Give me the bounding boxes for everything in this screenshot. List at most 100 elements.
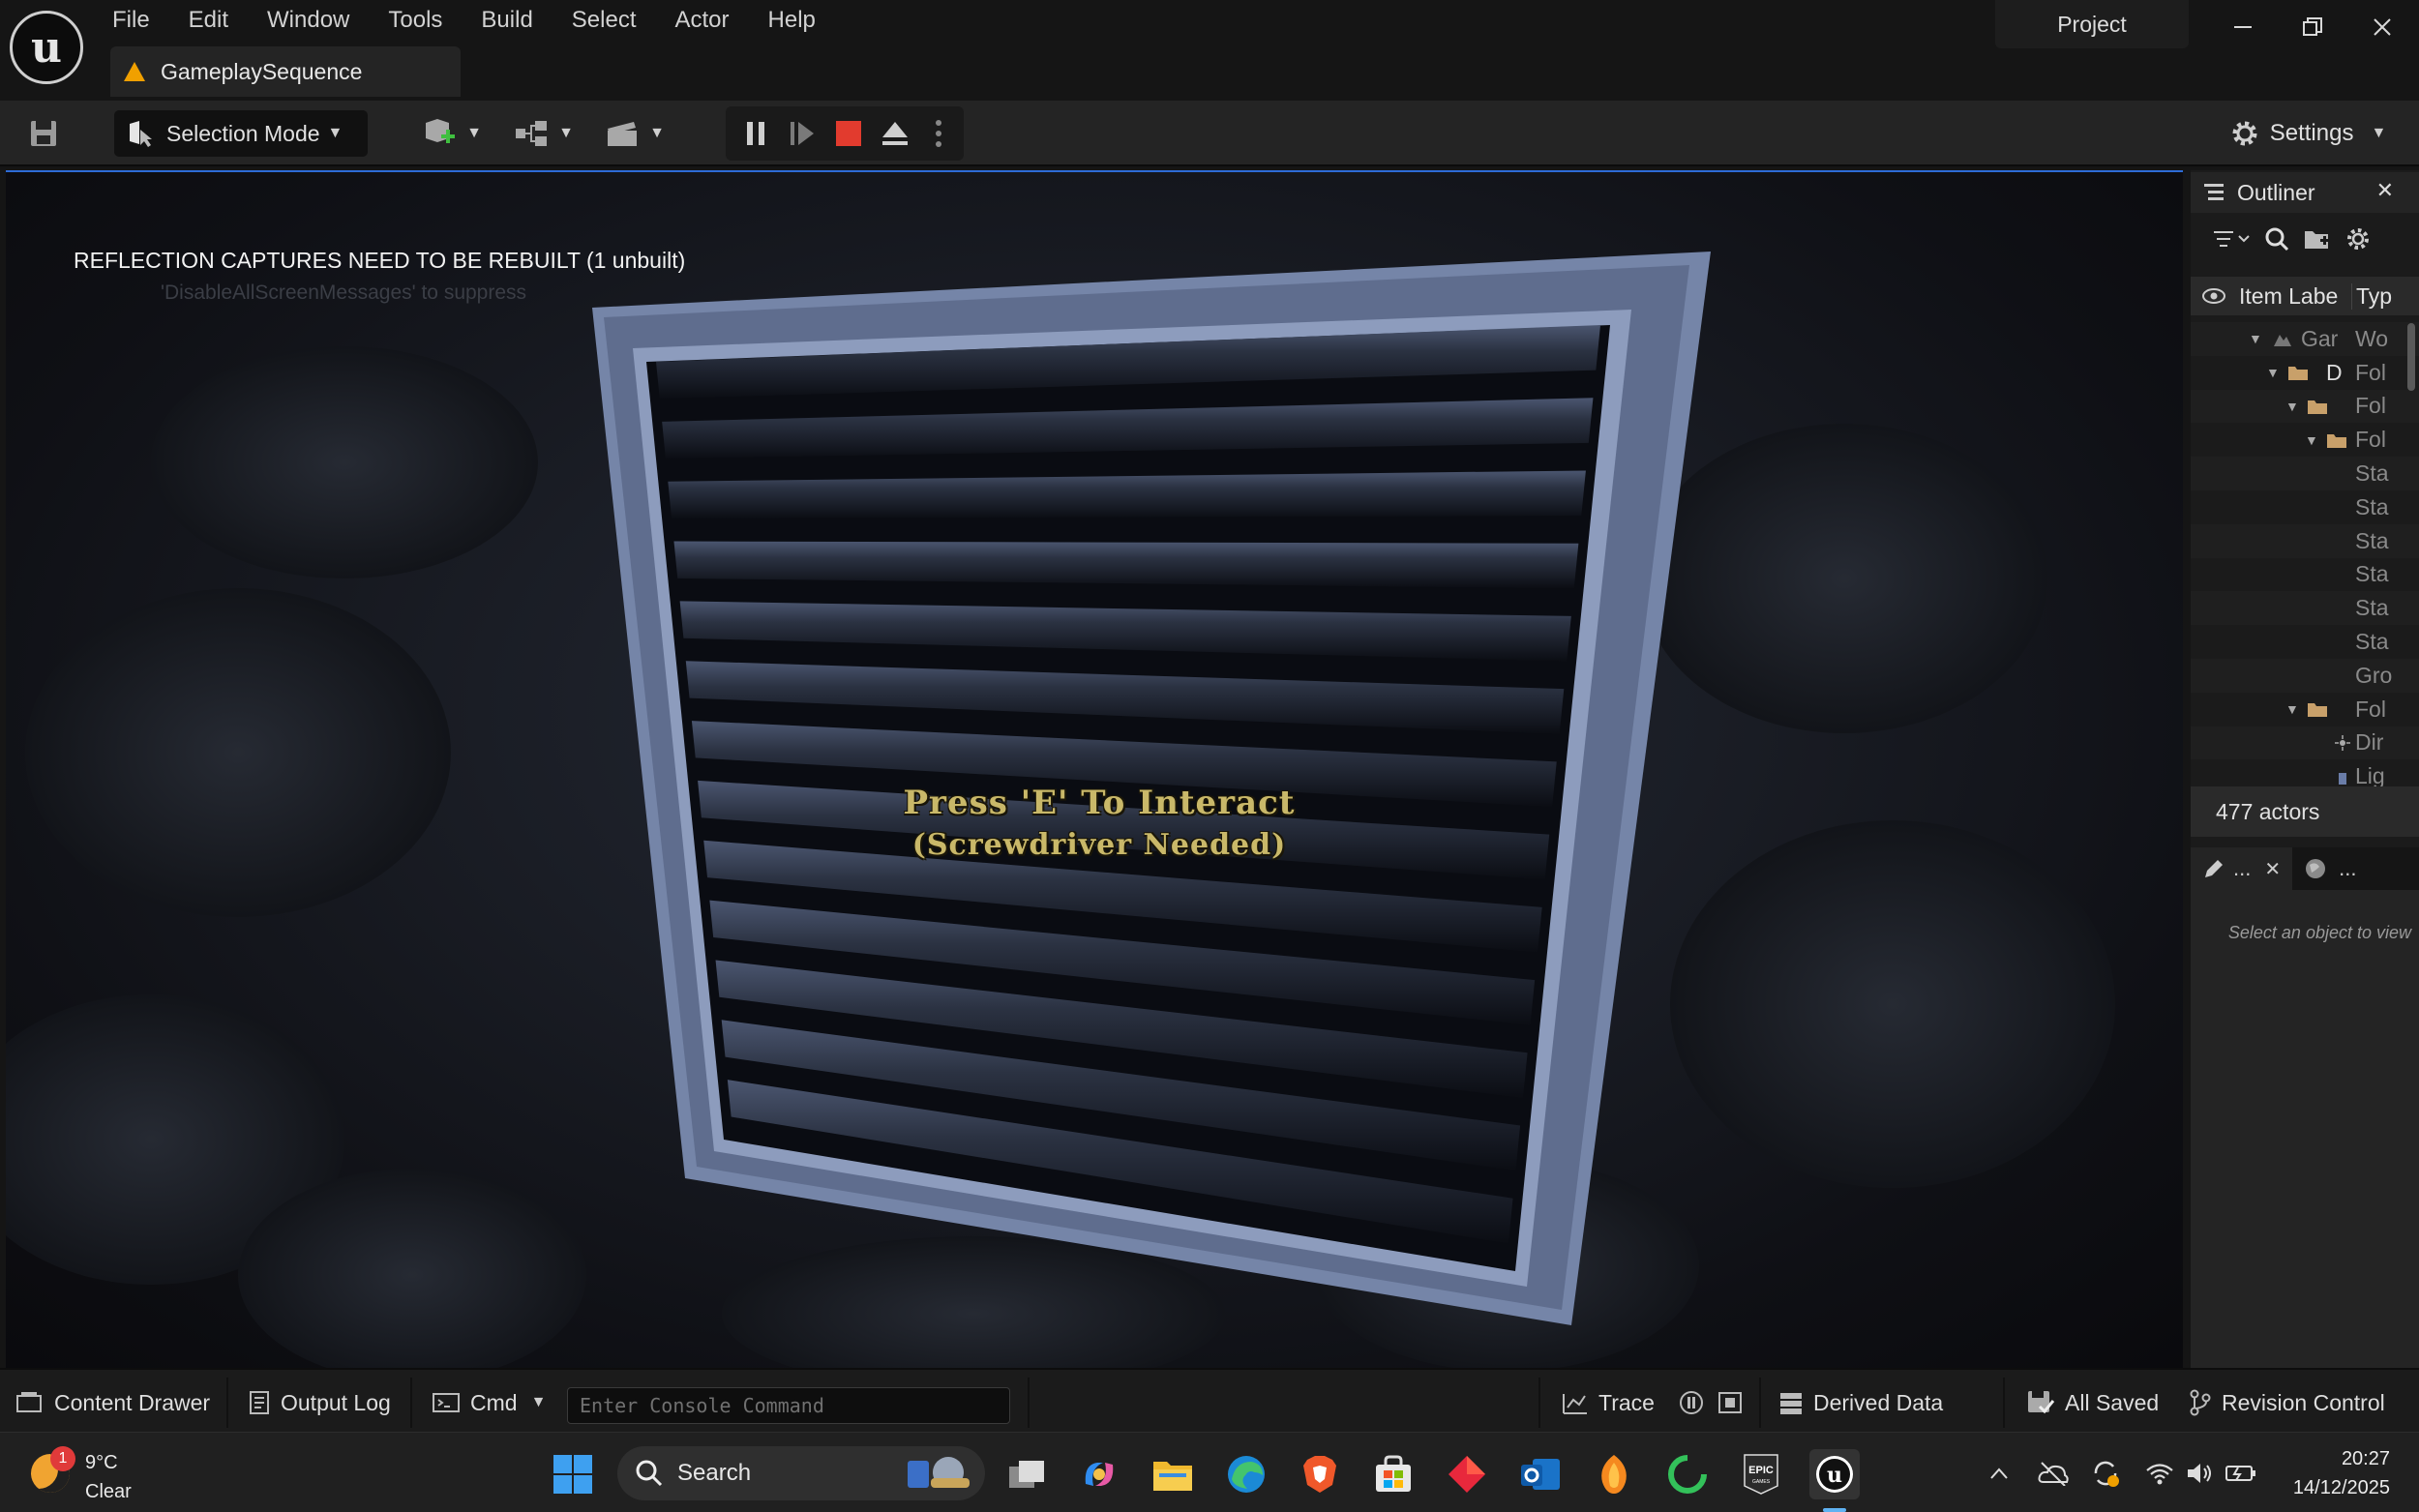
cmd-label: Cmd bbox=[470, 1389, 518, 1415]
volume-icon[interactable] bbox=[2183, 1454, 2218, 1493]
level-viewport[interactable]: REFLECTION CAPTURES NEED TO BE REBUILT (… bbox=[6, 170, 2183, 1368]
add-folder-icon[interactable] bbox=[2303, 227, 2332, 256]
circle-app-icon[interactable] bbox=[1662, 1449, 1713, 1499]
svg-text:GAMES: GAMES bbox=[1752, 1479, 1771, 1485]
project-button[interactable]: Project bbox=[1995, 0, 2189, 48]
task-view-icon[interactable] bbox=[1002, 1449, 1053, 1499]
screenshot-trace-icon[interactable] bbox=[1717, 1381, 1744, 1424]
cinematics-dropdown[interactable]: ▼ bbox=[600, 110, 670, 157]
settings-dropdown[interactable]: Settings ▼ bbox=[2216, 110, 2400, 157]
menu-edit[interactable]: Edit bbox=[169, 0, 248, 41]
world-settings-tab[interactable]: ... bbox=[2292, 847, 2368, 890]
details-tab[interactable]: ... ✕ bbox=[2191, 847, 2293, 890]
main-toolbar: Selection Mode ▼ ▼ ▼ ▼ bbox=[0, 101, 2419, 166]
derived-data-button[interactable]: Derived Data bbox=[1778, 1381, 1943, 1424]
menu-window[interactable]: Window bbox=[248, 0, 369, 41]
stop-icon[interactable] bbox=[826, 110, 871, 157]
world-icon bbox=[2274, 335, 2291, 347]
blueprint-dropdown[interactable]: ▼ bbox=[509, 110, 579, 157]
chevron-down-icon: ▼ bbox=[466, 125, 482, 141]
add-actor-icon bbox=[426, 119, 456, 143]
tree-row-directional-light[interactable]: Dir bbox=[2191, 726, 2419, 760]
microsoft-store-icon[interactable] bbox=[1368, 1449, 1419, 1499]
step-frame-icon[interactable] bbox=[780, 110, 824, 157]
column-type[interactable]: Typ bbox=[2351, 282, 2392, 310]
fl-studio-icon[interactable] bbox=[1589, 1449, 1639, 1499]
gear-icon[interactable] bbox=[2345, 226, 2371, 257]
minimize-icon[interactable] bbox=[2216, 4, 2270, 50]
output-log-button[interactable]: Output Log bbox=[248, 1381, 391, 1424]
visibility-eye-icon[interactable] bbox=[2202, 287, 2225, 305]
play-options-icon[interactable] bbox=[919, 110, 958, 157]
menu-tools[interactable]: Tools bbox=[369, 0, 462, 41]
play-controls bbox=[726, 106, 964, 161]
add-actor-dropdown[interactable]: ▼ bbox=[418, 110, 486, 157]
search-icon[interactable] bbox=[2264, 226, 2289, 257]
console-command-input[interactable] bbox=[567, 1387, 1010, 1424]
wifi-icon[interactable] bbox=[2142, 1454, 2177, 1493]
tree-row-static-mesh[interactable]: Sta bbox=[2191, 558, 2419, 592]
menu-build[interactable]: Build bbox=[462, 0, 552, 41]
unreal-editor-taskbar-icon[interactable]: u bbox=[1809, 1449, 1860, 1499]
filter-icon[interactable] bbox=[2212, 228, 2251, 255]
cmd-dropdown[interactable]: Cmd ▼ bbox=[432, 1381, 546, 1424]
battery-charging-icon[interactable] bbox=[2224, 1454, 2258, 1493]
menu-help[interactable]: Help bbox=[749, 0, 835, 41]
tree-row-folder[interactable]: ▼ Fol bbox=[2191, 423, 2419, 457]
windows-start-icon[interactable] bbox=[548, 1449, 598, 1499]
tree-row-static-mesh[interactable]: Sta bbox=[2191, 490, 2419, 524]
tree-row-static-mesh[interactable]: Sta bbox=[2191, 625, 2419, 659]
column-item-label[interactable]: Item Labe bbox=[2239, 283, 2345, 310]
edge-browser-icon[interactable] bbox=[1221, 1449, 1271, 1499]
selection-mode-dropdown[interactable]: Selection Mode ▼ bbox=[114, 110, 368, 157]
weather-widget[interactable]: 1 9°C Clear bbox=[23, 1440, 168, 1504]
unreal-logo-icon[interactable]: u bbox=[10, 11, 83, 84]
tree-row-world[interactable]: ▼ Gar Wo bbox=[2191, 322, 2419, 356]
close-icon[interactable]: ✕ bbox=[2264, 857, 2281, 881]
trace-button[interactable]: Trace bbox=[1562, 1381, 1655, 1424]
output-log-label: Output Log bbox=[281, 1389, 391, 1415]
tree-row-group[interactable]: Gro bbox=[2191, 658, 2419, 693]
copilot-icon[interactable] bbox=[1074, 1449, 1124, 1499]
outlook-icon[interactable] bbox=[1515, 1449, 1566, 1499]
epic-games-launcher-icon[interactable]: EPIC GAMES bbox=[1736, 1449, 1786, 1499]
actor-count: 477 actors bbox=[2191, 786, 2419, 837]
tree-row-folder[interactable]: ▼ D Fol bbox=[2191, 356, 2419, 390]
tree-row-folder[interactable]: ▼ Fol bbox=[2191, 693, 2419, 726]
close-window-icon[interactable] bbox=[2355, 4, 2409, 50]
restore-icon[interactable] bbox=[2285, 4, 2340, 50]
save-status-button[interactable]: All Saved bbox=[2026, 1381, 2159, 1424]
menu-select[interactable]: Select bbox=[552, 0, 656, 41]
save-icon[interactable] bbox=[19, 110, 68, 157]
content-drawer-button[interactable]: Content Drawer bbox=[15, 1381, 210, 1424]
sync-warning-icon[interactable] bbox=[2088, 1454, 2123, 1493]
tree-row-static-mesh[interactable]: Sta bbox=[2191, 591, 2419, 626]
tree-row-static-mesh[interactable]: Sta bbox=[2191, 523, 2419, 558]
onedrive-sync-off-icon[interactable] bbox=[2036, 1454, 2071, 1493]
menu-actor[interactable]: Actor bbox=[656, 0, 749, 41]
svg-text:EPIC: EPIC bbox=[1748, 1465, 1774, 1476]
eject-icon[interactable] bbox=[873, 110, 917, 157]
globe-icon bbox=[2306, 859, 2326, 878]
record-trace-icon[interactable] bbox=[1678, 1381, 1705, 1424]
tree-row-type: Sta bbox=[2355, 629, 2389, 655]
chevron-up-icon[interactable] bbox=[1982, 1454, 2016, 1493]
tree-row-type: Sta bbox=[2355, 527, 2389, 553]
tree-row-folder[interactable]: ▼ Fol bbox=[2191, 389, 2419, 424]
level-tab[interactable]: GameplaySequence bbox=[110, 46, 461, 97]
pause-icon[interactable] bbox=[733, 110, 778, 157]
system-clock[interactable]: 20:27 14/12/2025 bbox=[2293, 1444, 2390, 1502]
red-diamond-app-icon[interactable] bbox=[1442, 1449, 1492, 1499]
taskbar-search[interactable]: Search bbox=[617, 1446, 985, 1500]
menu-file[interactable]: File bbox=[93, 0, 169, 41]
outliner-scrollbar[interactable] bbox=[2407, 323, 2415, 391]
file-explorer-icon[interactable] bbox=[1148, 1449, 1198, 1499]
details-tab-bar: ... ✕ ... bbox=[2191, 847, 2419, 890]
revision-control-button[interactable]: Revision Control bbox=[2189, 1381, 2385, 1424]
trace-icon bbox=[1563, 1394, 1587, 1414]
divider bbox=[1759, 1378, 1761, 1428]
brave-browser-icon[interactable] bbox=[1295, 1449, 1345, 1499]
gear-icon bbox=[2232, 121, 2257, 146]
tree-row-static-mesh[interactable]: Sta bbox=[2191, 457, 2419, 490]
close-icon[interactable]: ✕ bbox=[2376, 178, 2394, 203]
